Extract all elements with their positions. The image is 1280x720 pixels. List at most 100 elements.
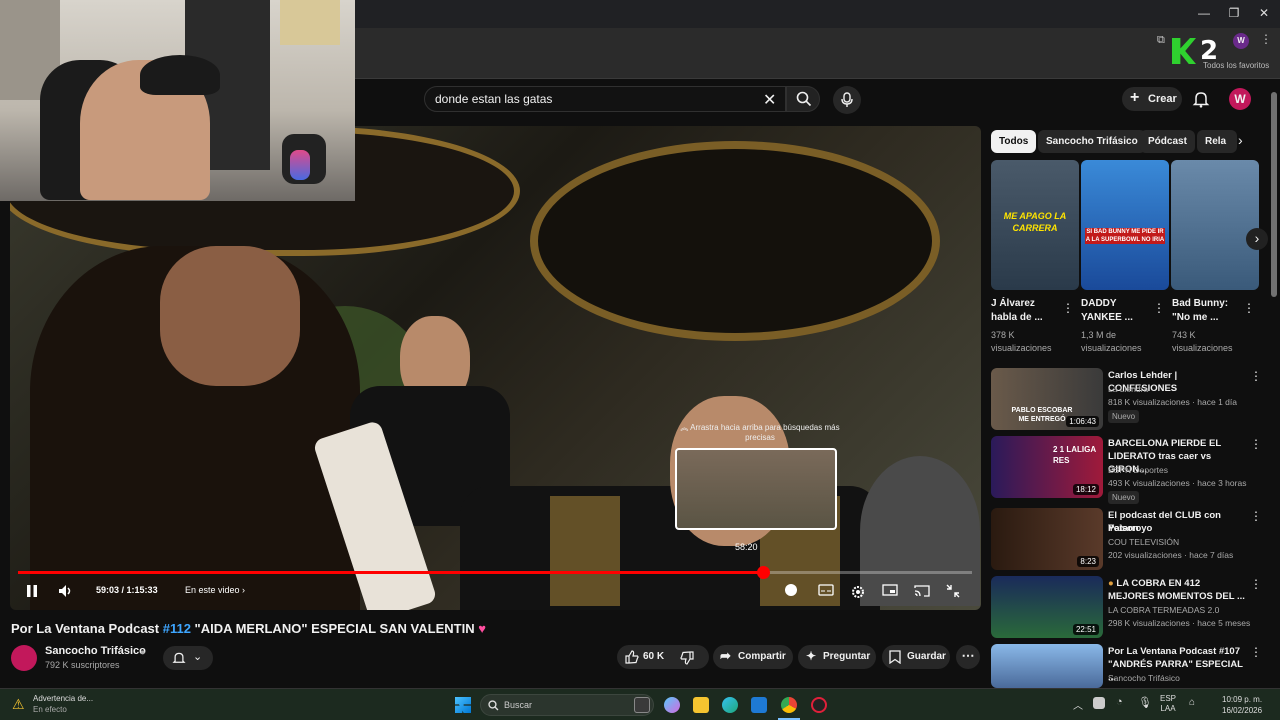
recommendation-title[interactable]: MEJORES MOMENTOS DEL ... bbox=[1108, 590, 1248, 603]
short-thumbnail[interactable]: ME APAGO LA CARRERA bbox=[991, 160, 1079, 290]
recommendation-thumbnail[interactable]: 2 1 LALIGA RES 18:12 bbox=[991, 436, 1103, 498]
recommendation-title[interactable]: ● LA COBRA EN 412 bbox=[1108, 577, 1248, 590]
recommendation-thumbnail[interactable]: PABLO ESCOBAR ME ENTREGÓ 1:06:43 bbox=[991, 368, 1103, 430]
recommendation-channel[interactable]: ESPN Deportes bbox=[1108, 465, 1168, 475]
microphone-icon[interactable]: 🎙 bbox=[1138, 696, 1152, 709]
short-title[interactable]: DADDY bbox=[1081, 297, 1117, 311]
recommendation-channel[interactable]: La Liendra bbox=[1108, 384, 1148, 394]
short-title[interactable]: Bad Bunny: bbox=[1172, 297, 1228, 311]
copilot-icon[interactable] bbox=[664, 697, 680, 713]
more-actions-button[interactable]: ⋯ bbox=[956, 645, 980, 669]
cast-icon[interactable]: ⧉ bbox=[1157, 34, 1165, 47]
progress-bar[interactable] bbox=[18, 566, 972, 579]
short-thumbnail[interactable]: SI BAD BUNNY ME PIDE IR A LA SUPERBOWL N… bbox=[1081, 160, 1169, 290]
more-options-icon[interactable]: ⋮ bbox=[1250, 509, 1262, 523]
search-input[interactable]: donde estan las gatas ✕ bbox=[424, 86, 786, 112]
subscription-bell-button[interactable]: ⌄ bbox=[163, 646, 213, 670]
pause-icon[interactable] bbox=[26, 584, 38, 598]
channel-name[interactable]: Sancocho Trifásico bbox=[45, 645, 146, 657]
short-title[interactable]: "No me ... bbox=[1172, 311, 1218, 325]
video-hashtag[interactable]: #112 bbox=[163, 621, 191, 636]
more-options-icon[interactable]: ⋮ bbox=[1062, 301, 1074, 315]
chrome-icon[interactable] bbox=[781, 697, 797, 713]
recommendation-channel[interactable]: LA COBRA TERMEADAS 2.0 bbox=[1108, 605, 1219, 615]
cast-icon[interactable] bbox=[914, 584, 930, 598]
edge-browser-icon[interactable] bbox=[722, 697, 738, 713]
volume-icon[interactable] bbox=[58, 584, 74, 598]
windows-start-icon[interactable] bbox=[455, 697, 471, 713]
save-button[interactable]: Guardar bbox=[882, 645, 950, 669]
shorts-next-button[interactable]: › bbox=[1246, 228, 1268, 250]
miniplayer-icon[interactable] bbox=[882, 584, 898, 596]
account-avatar[interactable]: W bbox=[1229, 88, 1251, 110]
autoplay-toggle[interactable] bbox=[785, 584, 797, 596]
network-icon[interactable]: ⌂ bbox=[1189, 697, 1195, 708]
recommendation-title[interactable]: BARCELONA PIERDE EL bbox=[1108, 437, 1248, 450]
app-icon[interactable] bbox=[811, 697, 827, 713]
chevron-right-icon[interactable]: › bbox=[1238, 132, 1243, 148]
short-title[interactable]: habla de ... bbox=[991, 311, 1043, 325]
taskbar-search[interactable]: Buscar bbox=[480, 694, 654, 716]
short-views: visualizaciones bbox=[991, 343, 1052, 353]
notifications-bell-icon[interactable] bbox=[1192, 90, 1210, 108]
chevron-up-icon[interactable]: ︿ bbox=[1073, 697, 1083, 712]
verified-icon: ● bbox=[140, 647, 146, 657]
chip-related[interactable]: Rela bbox=[1197, 130, 1237, 153]
ask-button[interactable]: ✦ Preguntar bbox=[798, 645, 876, 669]
task-view-icon[interactable] bbox=[634, 697, 650, 713]
clock[interactable]: 10:09 p. m. 16/02/2026 bbox=[1222, 694, 1262, 716]
voice-search-button[interactable] bbox=[833, 86, 861, 114]
more-options-icon[interactable]: ⋮ bbox=[1250, 645, 1262, 659]
share-button[interactable]: ➦ Compartir bbox=[713, 645, 793, 669]
search-button[interactable] bbox=[786, 86, 820, 112]
more-options-icon[interactable]: ⋮ bbox=[1250, 437, 1262, 451]
maximize-icon[interactable]: ❐ bbox=[1224, 6, 1244, 22]
thumbs-down-icon[interactable] bbox=[680, 651, 694, 665]
search-icon bbox=[488, 700, 499, 711]
thumbnail-caption: PABLO ESCOBAR ME ENTREGÓ bbox=[1011, 407, 1073, 423]
recommendation-title[interactable]: Por La Ventana Podcast #107 bbox=[1108, 645, 1248, 658]
more-options-icon[interactable]: ⋮ bbox=[1153, 301, 1165, 315]
chevron-up-icon: ︽ bbox=[680, 423, 691, 432]
more-options-icon[interactable]: ⋮ bbox=[1250, 577, 1262, 591]
fullscreen-exit-icon[interactable] bbox=[946, 584, 960, 598]
like-button[interactable]: 60 K bbox=[617, 645, 709, 669]
short-title[interactable]: J Álvarez bbox=[991, 297, 1035, 311]
channel-avatar[interactable] bbox=[11, 645, 37, 671]
create-button[interactable]: + Crear bbox=[1122, 87, 1182, 111]
recommendation-meta: 493 K visualizaciones · hace 3 horas bbox=[1108, 478, 1247, 488]
chip-todos[interactable]: Todos bbox=[991, 130, 1037, 153]
browser-menu-icon[interactable]: ⋮ bbox=[1260, 32, 1272, 46]
short-thumbnail[interactable] bbox=[1171, 160, 1259, 290]
windows-taskbar: ⚠ Advertencia de... En efecto Buscar ︿ ◔… bbox=[0, 688, 1280, 720]
language-indicator[interactable]: ESP LAA bbox=[1160, 694, 1176, 714]
recommendation-thumbnail[interactable]: 8:23 bbox=[991, 508, 1103, 570]
tray-app-icon[interactable] bbox=[1093, 697, 1105, 709]
more-options-icon[interactable]: ⋮ bbox=[1243, 301, 1255, 315]
page-scrollbar[interactable] bbox=[1271, 92, 1277, 297]
video-scene-face bbox=[160, 246, 300, 386]
subtitles-icon[interactable] bbox=[818, 584, 834, 596]
settings-gear-icon[interactable] bbox=[850, 584, 866, 600]
store-icon[interactable] bbox=[751, 697, 767, 713]
short-views: visualizaciones bbox=[1081, 343, 1142, 353]
chip-podcast[interactable]: Pódcast bbox=[1140, 130, 1195, 153]
wifi-icon[interactable]: ◔ bbox=[1116, 696, 1123, 708]
chapter-button[interactable]: En este video › bbox=[185, 585, 245, 595]
time-display: 59:03 / 1:15:33 bbox=[96, 585, 158, 595]
short-title[interactable]: YANKEE ... bbox=[1081, 311, 1133, 325]
more-options-icon[interactable]: ⋮ bbox=[1250, 369, 1262, 383]
recommendation-channel[interactable]: COU TELEVISIÓN bbox=[1108, 537, 1179, 547]
file-explorer-icon[interactable] bbox=[693, 697, 709, 713]
recommendation-title[interactable]: Patarroyo bbox=[1108, 522, 1248, 535]
clear-search-icon[interactable]: ✕ bbox=[763, 90, 776, 110]
profile-avatar[interactable]: W bbox=[1233, 33, 1249, 49]
recommendation-thumbnail[interactable] bbox=[991, 644, 1103, 688]
recommendation-channel[interactable]: Sancocho Trifásico bbox=[1108, 673, 1180, 683]
warning-title[interactable]: Advertencia de... bbox=[33, 694, 93, 703]
chip-channel[interactable]: Sancocho Trifásico bbox=[1038, 130, 1146, 153]
short-views: 378 K bbox=[991, 330, 1015, 340]
recommendation-thumbnail[interactable]: 22:51 bbox=[991, 576, 1103, 638]
minimize-icon[interactable]: — bbox=[1194, 6, 1214, 22]
close-window-icon[interactable]: ✕ bbox=[1254, 6, 1274, 22]
